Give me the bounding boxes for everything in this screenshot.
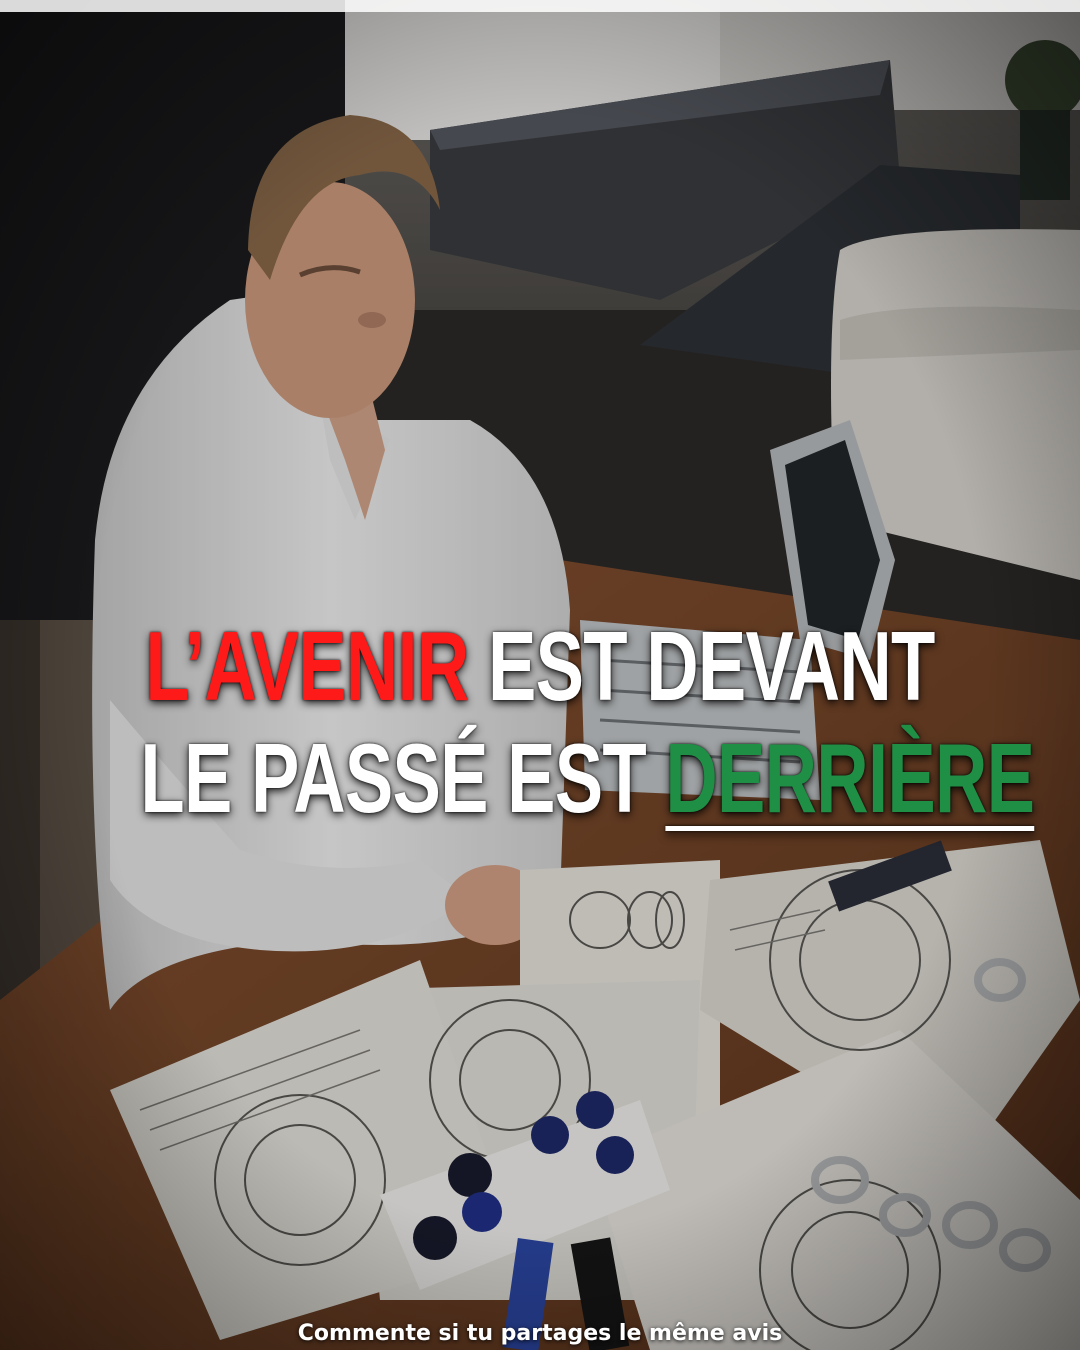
headline-line-1: L’AVENIR EST DEVANT xyxy=(140,610,939,722)
headline-highlight-future: L’AVENIR xyxy=(145,611,469,721)
headline-highlight-behind: DERRIÈRE xyxy=(665,723,1035,833)
headline-text-past: LE PASSÉ EST xyxy=(140,723,647,833)
headline-line-2: LE PASSÉ EST DERRIÈRE xyxy=(140,722,1035,834)
headline: L’AVENIR EST DEVANT LE PASSÉ EST DERRIÈR… xyxy=(140,610,1035,834)
headline-text-ahead: EST DEVANT xyxy=(487,611,935,721)
footer-caption: Commente si tu partages le même avis xyxy=(297,1321,783,1346)
